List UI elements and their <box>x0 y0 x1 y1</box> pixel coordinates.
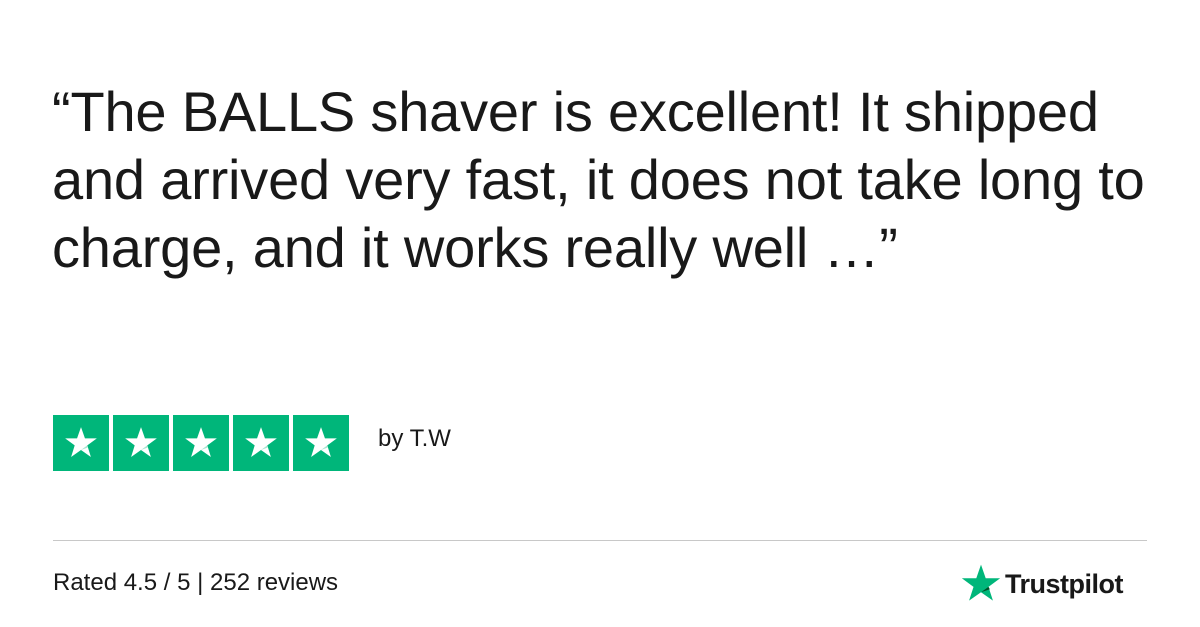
star-icon <box>243 425 279 461</box>
star-box <box>173 415 229 471</box>
rating-row: by T.W <box>53 415 451 471</box>
review-author: by T.W <box>378 425 451 452</box>
star-icon <box>183 425 219 461</box>
star-box <box>53 415 109 471</box>
rating-summary: Rated 4.5 / 5 | 252 reviews <box>53 569 339 596</box>
star-box <box>233 415 289 471</box>
star-box <box>293 415 349 471</box>
divider <box>53 540 1147 541</box>
star-icon <box>303 425 339 461</box>
star-box <box>113 415 169 471</box>
trustpilot-wordmark: Trustpilot <box>1005 568 1124 599</box>
trustpilot-star-icon <box>960 563 1002 605</box>
star-rating <box>53 415 349 471</box>
star-icon <box>63 425 99 461</box>
star-icon <box>123 425 159 461</box>
review-quote: “The BALLS shaver is excellent! It shipp… <box>52 80 1145 279</box>
trustpilot-logo[interactable]: Trustpilot <box>960 562 1124 606</box>
